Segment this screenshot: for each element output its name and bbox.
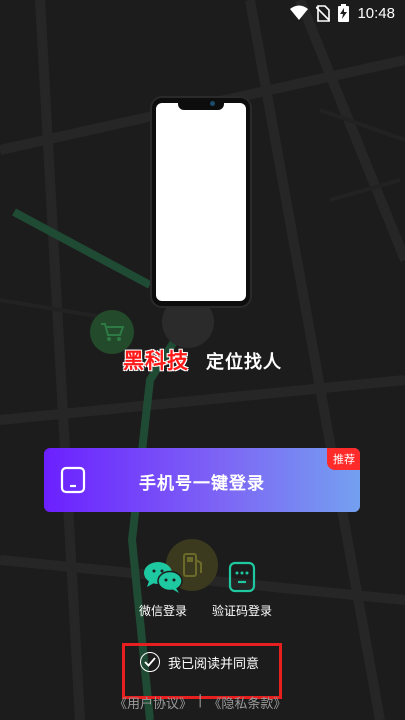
- privacy-policy-link[interactable]: 《隐私条款》: [208, 693, 286, 712]
- wechat-icon: [144, 562, 183, 593]
- phone-notch: [178, 101, 224, 110]
- checkmark-icon: [144, 657, 156, 667]
- phone-screen: [156, 103, 246, 301]
- sms-code-icon: [228, 561, 256, 593]
- sms-code-login-option[interactable]: 验证码登录: [212, 560, 272, 619]
- battery-charging-icon: [338, 4, 350, 22]
- phone-illustration: [150, 96, 252, 308]
- status-bar: 10:48: [0, 0, 405, 30]
- agree-text: 我已阅读并同意: [168, 656, 260, 672]
- one-click-login-button[interactable]: 手机号一键登录 推荐: [44, 448, 360, 512]
- one-click-login-label: 手机号一键登录: [139, 474, 265, 494]
- wechat-login-option[interactable]: 微信登录: [136, 560, 190, 619]
- wechat-login-label: 微信登录: [138, 604, 187, 618]
- brand-tagline: 定位找人: [206, 352, 283, 373]
- phone-camera-icon: [210, 101, 215, 106]
- brand-name: 黑科技: [122, 349, 189, 373]
- brand-title: 黑科技 定位找人: [0, 345, 405, 375]
- recommend-badge: 推荐: [327, 448, 360, 470]
- agreement-links: 《用户协议》 | 《隐私条款》: [114, 693, 286, 712]
- sms-code-login-label: 验证码登录: [212, 604, 273, 618]
- no-sim-icon: [316, 4, 331, 22]
- user-agreement-link[interactable]: 《用户协议》: [114, 693, 192, 712]
- wifi-icon: [290, 5, 309, 20]
- agree-checkbox[interactable]: [140, 652, 160, 672]
- agree-checkbox-row[interactable]: 我已阅读并同意: [140, 652, 259, 672]
- shopping-cart-icon: [101, 323, 124, 341]
- agreement-separator: |: [198, 693, 203, 708]
- status-time: 10:48: [357, 4, 395, 22]
